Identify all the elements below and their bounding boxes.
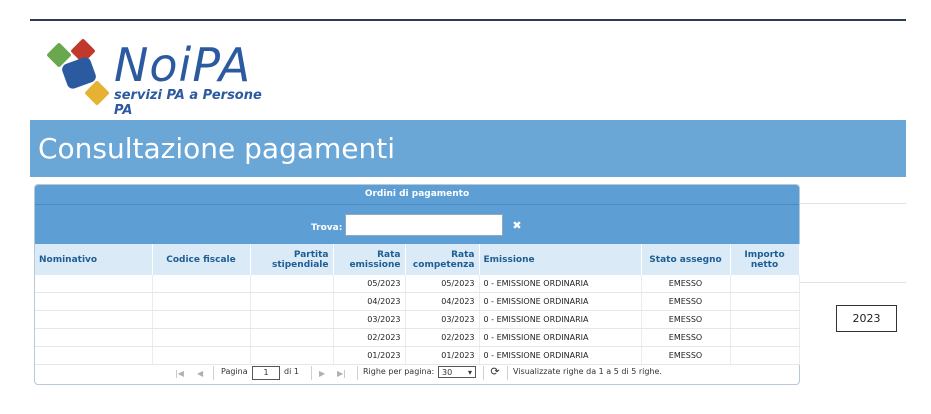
pager-separator	[507, 366, 508, 380]
cell-importo-netto	[730, 310, 800, 329]
column-header-importo-netto[interactable]: Importo netto	[730, 244, 800, 275]
cell-rata-competenza: 05/2023	[405, 275, 480, 293]
pager-separator	[357, 366, 358, 380]
cell-nominativo	[35, 292, 153, 311]
search-bar: Trova: ✖	[35, 204, 799, 244]
pager-separator	[311, 366, 312, 380]
prev-page-icon[interactable]: ◀	[197, 369, 203, 378]
cell-emissione: 0 - EMISSIONE ORDINARIA	[479, 310, 642, 329]
chevron-down-icon: ▾	[467, 368, 472, 377]
logo-yellow-square	[84, 80, 110, 106]
cell-emissione: 0 - EMISSIONE ORDINARIA	[479, 292, 642, 311]
cell-stato-assegno: EMESSO	[641, 275, 731, 293]
page-of-label: di 1	[284, 367, 299, 376]
divider-line	[798, 282, 906, 283]
cell-codice-fiscale	[152, 328, 251, 347]
cell-emissione: 0 - EMISSIONE ORDINARIA	[479, 346, 642, 365]
cell-nominativo	[35, 275, 153, 293]
cell-nominativo	[35, 346, 153, 365]
cell-nominativo	[35, 328, 153, 347]
rows-per-page-select[interactable]: 30 ▾	[438, 366, 476, 378]
column-header-emissione[interactable]: Emissione	[479, 244, 642, 275]
page-label: Pagina	[221, 367, 248, 376]
column-header-rata-emissione[interactable]: Rata emissione	[333, 244, 406, 275]
cell-codice-fiscale	[152, 310, 251, 329]
pagination-bar: |◀ ◀ Pagina 1 di 1 ▶ ▶| Righe per pagina…	[35, 363, 799, 383]
clear-search-icon[interactable]: ✖	[511, 220, 523, 232]
logo-tagline: servizi PA a Persone PA	[114, 88, 262, 118]
cell-importo-netto	[730, 275, 800, 293]
pager-separator	[213, 366, 214, 380]
cell-stato-assegno: EMESSO	[641, 346, 731, 365]
cell-nominativo	[35, 310, 153, 329]
cell-partita-stipendiale	[250, 328, 334, 347]
cell-emissione: 0 - EMISSIONE ORDINARIA	[479, 275, 642, 293]
page-title: Consultazione pagamenti	[38, 132, 396, 165]
first-page-icon[interactable]: |◀	[175, 369, 184, 378]
cell-rata-emissione: 02/2023	[333, 328, 406, 347]
payments-table: Nominativo Codice fiscale Partita stipen…	[35, 244, 800, 365]
noipa-logo: NoiPA servizi PA a Persone PA	[44, 38, 284, 118]
cell-rata-competenza: 01/2023	[405, 346, 480, 365]
last-page-icon[interactable]: ▶|	[337, 369, 346, 378]
column-header-partita-stipendiale[interactable]: Partita stipendiale	[250, 244, 334, 275]
table-row[interactable]: 05/2023 05/2023 0 - EMISSIONE ORDINARIA …	[35, 275, 800, 293]
rows-summary: Visualizzate righe da 1 a 5 di 5 righe.	[513, 367, 662, 376]
column-header-rata-competenza[interactable]: Rata competenza	[405, 244, 480, 275]
refresh-icon[interactable]: ⟳	[488, 365, 502, 379]
cell-importo-netto	[730, 346, 800, 365]
cell-codice-fiscale	[152, 292, 251, 311]
table-header-row: Nominativo Codice fiscale Partita stipen…	[35, 244, 800, 275]
column-header-stato-assegno[interactable]: Stato assegno	[641, 244, 731, 275]
cell-rata-emissione: 05/2023	[333, 275, 406, 293]
column-header-nominativo[interactable]: Nominativo	[35, 244, 153, 275]
next-page-icon[interactable]: ▶	[319, 369, 325, 378]
table-row[interactable]: 02/2023 02/2023 0 - EMISSIONE ORDINARIA …	[35, 328, 800, 347]
cell-stato-assegno: EMESSO	[641, 310, 731, 329]
rows-per-page-value: 30	[442, 368, 453, 377]
cell-rata-competenza: 04/2023	[405, 292, 480, 311]
page-header-band: Consultazione pagamenti	[30, 120, 906, 177]
search-input[interactable]	[345, 214, 503, 236]
payments-panel: Ordini di pagamento Trova: ✖ Nominativo …	[34, 184, 800, 385]
cell-importo-netto	[730, 328, 800, 347]
cell-codice-fiscale	[152, 346, 251, 365]
column-header-codice-fiscale[interactable]: Codice fiscale	[152, 244, 251, 275]
panel-title: Ordini di pagamento	[35, 185, 799, 204]
cell-rata-emissione: 03/2023	[333, 310, 406, 329]
cell-codice-fiscale	[152, 275, 251, 293]
table-row[interactable]: 04/2023 04/2023 0 - EMISSIONE ORDINARIA …	[35, 292, 800, 311]
cell-partita-stipendiale	[250, 275, 334, 293]
cell-importo-netto	[730, 292, 800, 311]
top-divider	[30, 19, 906, 21]
pager-separator	[483, 366, 484, 380]
cell-emissione: 0 - EMISSIONE ORDINARIA	[479, 328, 642, 347]
rows-per-page-label: Righe per pagina:	[363, 367, 435, 376]
cell-rata-competenza: 03/2023	[405, 310, 480, 329]
cell-rata-emissione: 04/2023	[333, 292, 406, 311]
cell-partita-stipendiale	[250, 310, 334, 329]
table-row[interactable]: 01/2023 01/2023 0 - EMISSIONE ORDINARIA …	[35, 346, 800, 365]
logo-brand: NoiPA	[114, 38, 252, 92]
cell-rata-emissione: 01/2023	[333, 346, 406, 365]
cell-partita-stipendiale	[250, 292, 334, 311]
search-label: Trova:	[311, 223, 343, 233]
cell-partita-stipendiale	[250, 346, 334, 365]
cell-stato-assegno: EMESSO	[641, 292, 731, 311]
page-number-input[interactable]: 1	[252, 366, 280, 380]
cell-stato-assegno: EMESSO	[641, 328, 731, 347]
table-row[interactable]: 03/2023 03/2023 0 - EMISSIONE ORDINARIA …	[35, 310, 800, 329]
year-field[interactable]: 2023	[836, 305, 897, 332]
cell-rata-competenza: 02/2023	[405, 328, 480, 347]
